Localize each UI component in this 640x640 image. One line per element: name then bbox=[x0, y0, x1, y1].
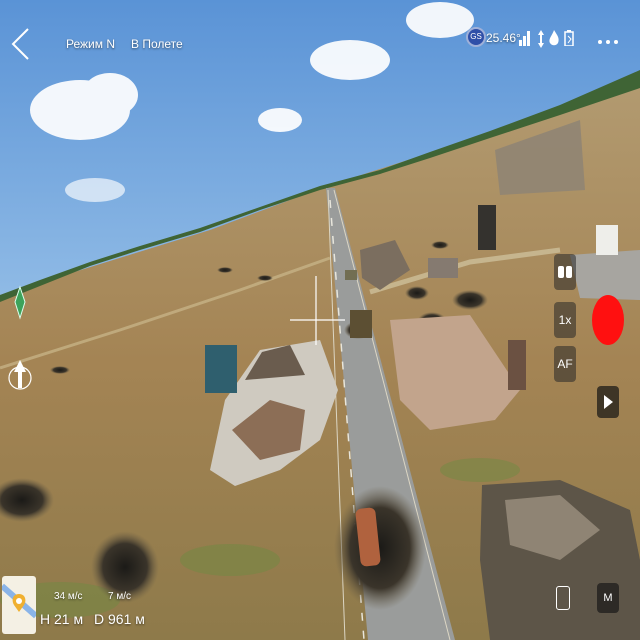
drone-icon bbox=[538, 30, 544, 48]
flame-icon bbox=[549, 30, 559, 46]
more-icon bbox=[614, 40, 618, 44]
top-bar: Режим N В Полете GS 25.46° bbox=[0, 0, 640, 70]
distance-label: D bbox=[94, 611, 105, 627]
flight-mode-label[interactable]: Режим N bbox=[66, 37, 115, 51]
zoom-button[interactable]: 1x bbox=[554, 302, 576, 338]
gps-count: GS bbox=[470, 32, 482, 41]
distance-value: 961 м bbox=[108, 611, 145, 627]
height-value: 21 м bbox=[54, 611, 84, 627]
camera-feed bbox=[0, 0, 640, 640]
signal-icon bbox=[519, 31, 530, 46]
flight-status-label: В Полете bbox=[131, 37, 183, 51]
gps-icon[interactable]: GS bbox=[466, 27, 486, 47]
back-button[interactable] bbox=[8, 26, 36, 62]
telemetry-panel: 34 м/с 7 м/с H 21 м D 961 м bbox=[40, 591, 180, 631]
back-icon bbox=[11, 28, 29, 60]
height-label: H bbox=[40, 611, 51, 627]
record-button[interactable] bbox=[592, 295, 624, 345]
autofocus-button[interactable]: AF bbox=[554, 346, 576, 382]
shooting-mode-button[interactable]: M bbox=[597, 583, 619, 613]
temperature-readout: 25.46° bbox=[486, 31, 521, 45]
more-icon bbox=[598, 40, 602, 44]
more-icon bbox=[606, 40, 610, 44]
location-pin-icon bbox=[2, 583, 36, 619]
play-icon bbox=[604, 395, 613, 409]
playback-button[interactable] bbox=[597, 386, 619, 418]
battery-icon bbox=[564, 30, 574, 46]
horizontal-speed: 34 м/с bbox=[54, 591, 83, 602]
mini-map[interactable] bbox=[2, 576, 36, 634]
more-button[interactable] bbox=[596, 30, 622, 50]
vertical-speed: 7 м/с bbox=[108, 591, 131, 602]
camera-settings-icon[interactable] bbox=[554, 254, 576, 290]
camera-switch-button[interactable] bbox=[556, 586, 570, 610]
